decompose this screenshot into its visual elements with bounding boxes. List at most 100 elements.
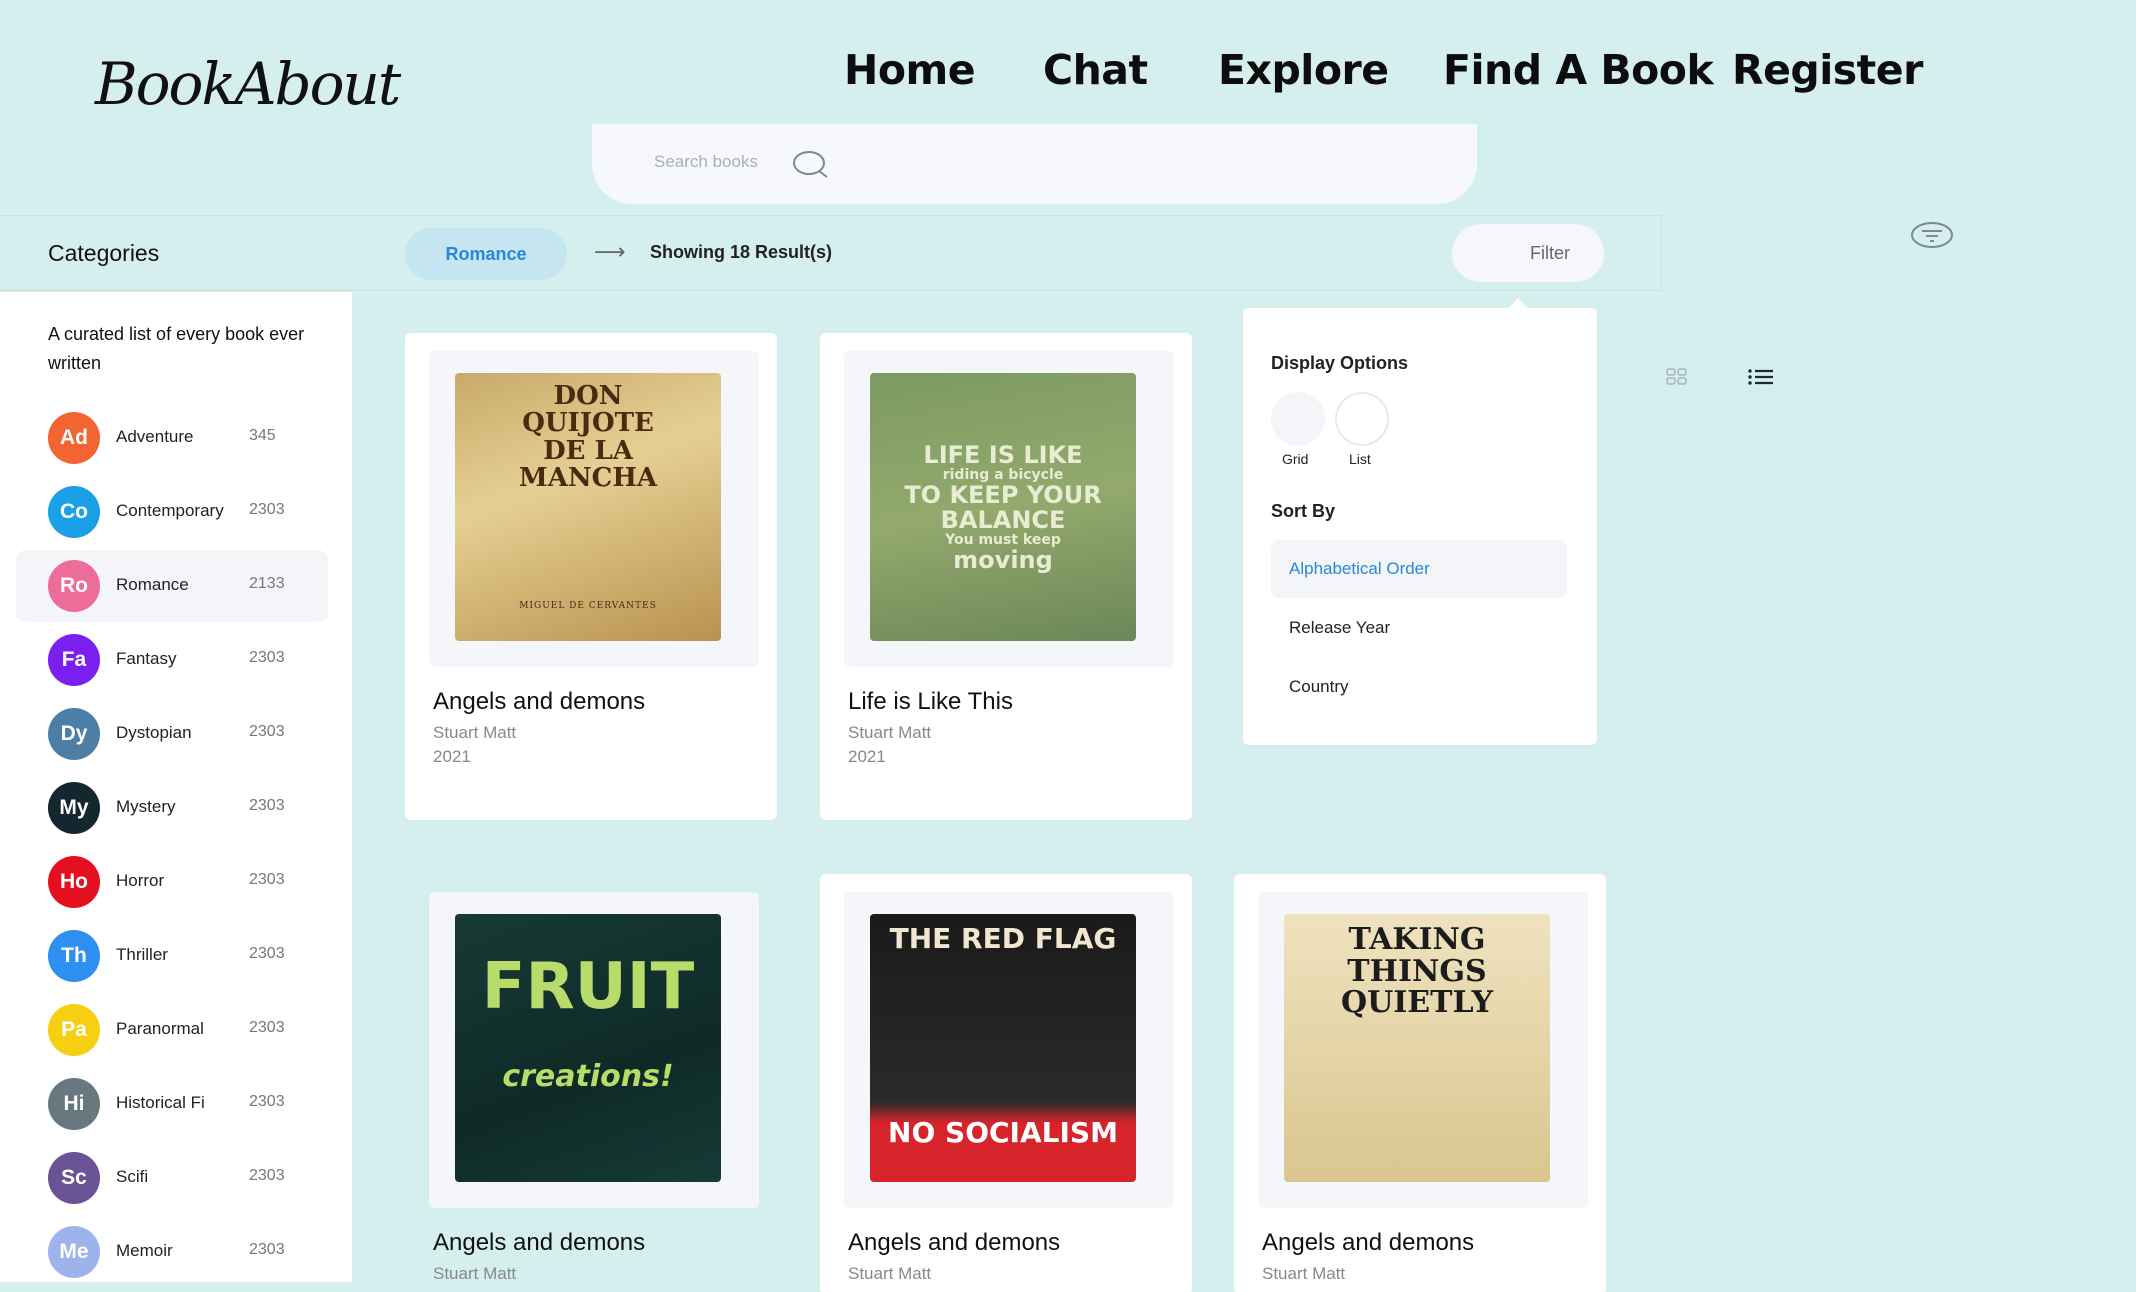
book-cover-frame: DON QUIJOTE DE LA MANCHA MIGUEL DE CERVANTES — [429, 351, 759, 667]
list-view-icon[interactable] — [1748, 368, 1774, 390]
cover-bottom-text: MIGUEL DE CERVANTES — [519, 601, 657, 611]
categories-title: Categories — [48, 240, 160, 266]
list-option-label: List — [1349, 451, 1371, 467]
book-title[interactable]: Angels and demons — [433, 688, 645, 716]
cover-text: creations! — [502, 1059, 674, 1095]
book-cover-image[interactable]: LIFE IS LIKE riding a bicycle TO KEEP YOUR… — [870, 373, 1136, 641]
sidebar-item-historical-fi[interactable]: Hi Historical Fi 2303 — [16, 1068, 328, 1140]
category-count: 345 — [249, 427, 276, 444]
filter-button[interactable]: Filter — [1452, 224, 1604, 282]
category-name: Historical Fi — [116, 1093, 205, 1112]
category-name: Scifi — [116, 1167, 149, 1186]
book-card[interactable]: THE RED FLAG NO SOCIALISM Angels and demon… — [820, 874, 1192, 1292]
search-icon[interactable] — [792, 150, 830, 184]
grid-option-label: Grid — [1282, 451, 1309, 467]
category-count: 2303 — [249, 1093, 285, 1110]
book-cover-frame: TAKING THINGSQUIETLYShow in the Ballot B… — [1258, 892, 1588, 1208]
category-count: 2303 — [249, 871, 285, 888]
list-option[interactable] — [1335, 392, 1389, 446]
book-title[interactable]: Angels and demons — [848, 1229, 1060, 1257]
sort-release-year[interactable]: Release Year — [1271, 599, 1567, 657]
cover-text: FRUIT — [481, 950, 695, 1024]
book-card[interactable]: DON QUIJOTE DE LA MANCHA MIGUEL DE CERVANTES… — [405, 333, 777, 820]
nav-explore[interactable]: Explore — [1218, 46, 1389, 94]
cover-text: MANCHA — [518, 462, 658, 493]
category-count: 2303 — [249, 945, 285, 962]
category-name: Horror — [116, 871, 165, 890]
category-name: Contemporary — [116, 501, 224, 520]
sidebar-item-romance[interactable]: Ro Romance 2133 — [16, 550, 328, 622]
sidebar-item-fantasy[interactable]: Fa Fantasy 2303 — [16, 624, 328, 696]
category-avatar: Ho — [48, 856, 100, 908]
arrow-right-icon: ⟶ — [594, 240, 626, 265]
book-cover-image[interactable]: THE RED FLAG NO SOCIALISM — [870, 914, 1136, 1182]
sidebar-item-adventure[interactable]: Ad Adventure 345 — [16, 402, 328, 474]
nav-chat[interactable]: Chat — [1043, 46, 1148, 94]
active-category-chip[interactable]: Romance — [405, 228, 567, 280]
book-cover-frame: THE RED FLAG NO SOCIALISM — [844, 892, 1174, 1208]
book-cover-image[interactable]: FRUIT creations! — [455, 914, 721, 1182]
category-name: Thriller — [116, 945, 168, 964]
book-author: Stuart Matt — [848, 723, 932, 742]
sort-country[interactable]: Country — [1271, 658, 1567, 716]
category-avatar: Fa — [48, 634, 100, 686]
sidebar-item-contemporary[interactable]: Co Contemporary 2303 — [16, 476, 328, 548]
sidebar-item-thriller[interactable]: Th Thriller 2303 — [16, 920, 328, 992]
nav-home[interactable]: Home — [844, 46, 976, 94]
sidebar-item-horror[interactable]: Ho Horror 2303 — [16, 846, 328, 918]
cover-text: moving — [953, 545, 1053, 574]
category-avatar: My — [48, 782, 100, 834]
book-cover-image[interactable]: DON QUIJOTE DE LA MANCHA MIGUEL DE CERVANTES — [455, 373, 721, 641]
book-card[interactable]: LIFE IS LIKE riding a bicycle TO KEEP YOUR… — [820, 333, 1192, 820]
grid-view-icon[interactable] — [1666, 368, 1688, 390]
category-avatar: Th — [48, 930, 100, 982]
sidebar-item-dystopian[interactable]: Dy Dystopian 2303 — [16, 698, 328, 770]
category-avatar: Co — [48, 486, 100, 538]
sidebar-item-mystery[interactable]: My Mystery 2303 — [16, 772, 328, 844]
cover-text: QUIJOTE — [522, 408, 654, 439]
logo[interactable]: BookAbout — [95, 50, 401, 118]
sidebar-description: A curated list of every book ever writte… — [48, 324, 305, 373]
book-author: Stuart Matt — [848, 1264, 932, 1283]
category-avatar: Sc — [48, 1152, 100, 1204]
category-count: 2303 — [249, 1019, 285, 1036]
sidebar-item-paranormal[interactable]: Pa Paranormal 2303 — [16, 994, 328, 1066]
cover-text: LIFE IS LIKE — [923, 441, 1083, 469]
sidebar-item-scifi[interactable]: Sc Scifi 2303 — [16, 1142, 328, 1214]
book-card[interactable]: TAKING THINGSQUIETLYShow in the Ballot B… — [1234, 874, 1606, 1292]
cover-text: TAKING THINGS — [1347, 922, 1487, 989]
book-year: 2021 — [848, 747, 886, 766]
result-count: Showing 18 Result(s) — [650, 242, 833, 262]
category-name: Memoir — [116, 1241, 173, 1260]
nav-register[interactable]: Register — [1732, 46, 1923, 94]
book-card[interactable]: FRUIT creations! Angels and demons Stuart M… — [405, 874, 777, 1292]
book-title[interactable]: Life is Like This — [848, 688, 1013, 716]
book-cover-image[interactable]: TAKING THINGSQUIETLYShow in the Ballot B… — [1284, 914, 1550, 1182]
category-name: Dystopian — [116, 723, 192, 742]
nav-find-a-book[interactable]: Find A Book — [1443, 46, 1714, 94]
category-name: Adventure — [116, 427, 194, 446]
category-sidebar: A curated list of every book ever writte… — [0, 292, 352, 1282]
search-bar — [592, 124, 1477, 204]
sort-alphabetical[interactable]: Alphabetical Order — [1271, 540, 1567, 598]
grid-option[interactable] — [1271, 392, 1325, 446]
category-name: Paranormal — [116, 1019, 204, 1038]
book-author: Stuart Matt — [433, 1264, 517, 1283]
category-avatar: Me — [48, 1226, 100, 1278]
category-avatar: Ro — [48, 560, 100, 612]
book-title[interactable]: Angels and demons — [1262, 1229, 1474, 1257]
cover-text: QUIETLY — [1340, 985, 1494, 1020]
book-year: 2021 — [433, 747, 471, 766]
filter-panel: Display Options Grid List Sort By Alphab… — [1243, 308, 1597, 745]
category-name: Mystery — [116, 797, 176, 816]
book-author: Stuart Matt — [433, 723, 517, 742]
book-cover-frame: FRUIT creations! — [429, 892, 759, 1208]
cover-text: NO SOCIALISM — [888, 1116, 1118, 1150]
book-cover-frame: LIFE IS LIKE riding a bicycle TO KEEP YOUR… — [844, 351, 1174, 667]
display-options-heading: Display Options — [1271, 353, 1409, 373]
search-input[interactable] — [654, 152, 804, 172]
sidebar-item-memoir[interactable]: Me Memoir 2303 — [16, 1216, 328, 1288]
book-title[interactable]: Angels and demons — [433, 1229, 645, 1257]
filter-icon[interactable] — [1910, 221, 1954, 253]
sort-by-heading: Sort By — [1271, 501, 1336, 521]
